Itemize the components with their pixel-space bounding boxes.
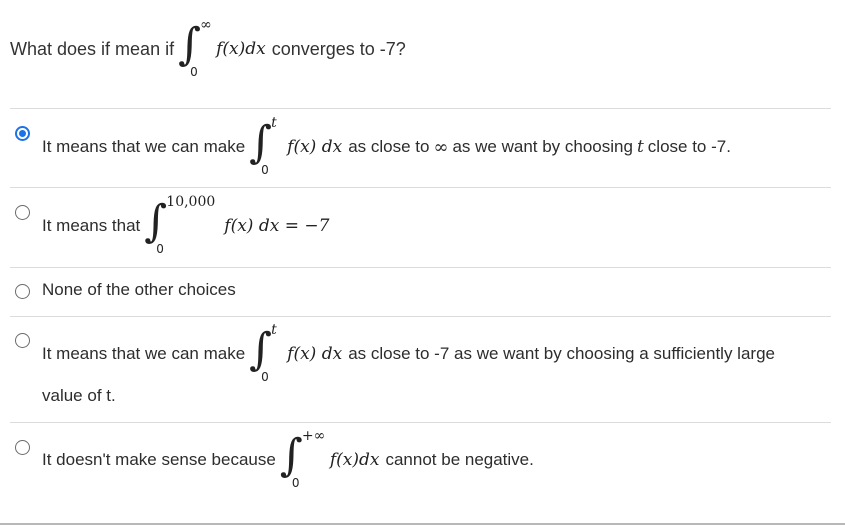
integral-lower: 0 [261,370,269,384]
question-integrand: f(x)dx [216,39,266,59]
integral-upper: ∞ [200,17,212,33]
choice-1-var: t [636,137,644,157]
divider [10,267,831,268]
integral-upper: 10,000 [166,194,216,210]
choice-2-expr: f(x) dx = −7 [224,216,330,236]
choice-5[interactable]: It doesn't make sense because ∫ +∞ 0 f(x… [42,428,534,490]
choice-1-integrand: f(x) dx [287,137,343,157]
choice-4-post: as close to -7 as we want by choosing a … [348,344,775,363]
choice-1-pre: It means that we can make [42,137,246,156]
choice-1[interactable]: It means that we can make ∫ t 0 f(x) dx … [42,115,731,177]
choice-5-pre: It doesn't make sense because [42,450,276,469]
integral-icon: ∫ 10,000 0 [144,194,216,256]
choice-4-pre: It means that we can make [42,344,246,363]
choice-1-radio[interactable] [15,126,30,141]
integral-icon: ∫ +∞ 0 [279,428,326,490]
choice-2-radio[interactable] [15,205,30,220]
choice-5-integrand: f(x)dx [329,450,380,470]
integral-lower: 0 [261,163,269,177]
choice-2-pre: It means that [42,216,141,235]
question-prefix: What does if mean if [10,38,175,59]
choice-3-radio[interactable] [15,284,30,299]
divider [10,108,831,109]
choice-4-radio[interactable] [15,333,30,348]
infinity-symbol: ∞ [433,136,449,158]
divider [10,316,831,317]
integral-upper: +∞ [301,428,326,444]
choice-5-post: cannot be negative. [385,450,534,469]
question-suffix: converges to -7? [271,38,406,59]
integral-lower: 0 [156,242,164,256]
divider [10,422,831,423]
choice-3-text: None of the other choices [42,280,236,299]
choice-3[interactable]: None of the other choices [42,279,236,301]
integral-upper: t [271,115,277,131]
divider [10,187,831,188]
bottom-divider [0,523,845,525]
integral-upper: t [271,322,277,338]
choice-1-mid2: as we want by choosing [452,137,633,156]
integral-lower: 0 [190,65,198,79]
choice-1-mid: as close to [348,137,430,156]
integral-icon: ∫ t 0 [249,322,277,384]
integral-lower: 0 [291,476,300,490]
choice-1-post: close to -7. [647,137,731,156]
integral-icon: ∫ t 0 [249,115,277,177]
choice-5-radio[interactable] [15,440,30,455]
choice-2[interactable]: It means that ∫ 10,000 0 f(x) dx = −7 [42,194,330,256]
integral-icon: ∫ ∞ 0 [178,17,212,79]
choice-4-line2: value of t. [42,385,116,407]
choice-4-line2-text: value of t. [42,386,116,405]
choice-4[interactable]: It means that we can make ∫ t 0 f(x) dx … [42,322,775,384]
question-text: What does if mean if ∫ ∞ 0 f(x)dx conver… [10,14,406,84]
choice-4-integrand: f(x) dx [287,344,343,364]
